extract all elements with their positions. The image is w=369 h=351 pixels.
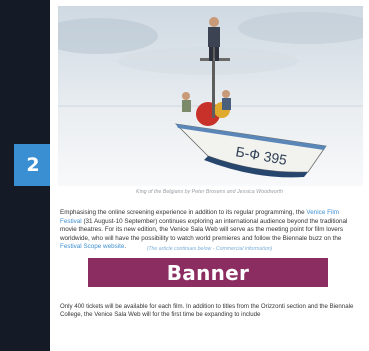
article-photo: Б-Ф 395 (58, 6, 363, 186)
photo-caption: King of the Belgians by Peter Brosens an… (136, 189, 283, 195)
step-number: 2 (26, 154, 40, 176)
article-page: Б-Ф 395 King of the Belgians by Peter Br… (50, 0, 369, 351)
boat-photo-illustration: Б-Ф 395 (58, 6, 363, 186)
step-number-badge: 2 (14, 144, 52, 186)
banner-ad[interactable]: Banner (88, 258, 328, 287)
intro-text-1: Emphasising the online screening experie… (60, 209, 307, 216)
commercial-notice: (The article continues below - Commercia… (146, 246, 273, 252)
intro-text-2: (31 August-10 September) continues explo… (60, 217, 348, 242)
banner-label: Banner (166, 260, 250, 285)
continuation-paragraph: Only 400 tickets will be available for e… (60, 303, 354, 319)
